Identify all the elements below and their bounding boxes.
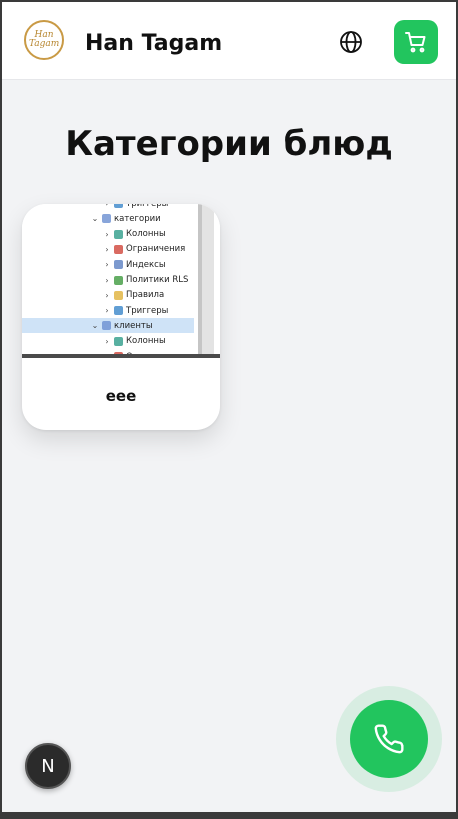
- chevron-right-icon: ›: [105, 290, 109, 300]
- image-bottom-bar: [22, 354, 220, 358]
- tree-row-label: Колонны: [126, 229, 166, 240]
- constraints-icon: [114, 244, 123, 254]
- logo-text: Han Tagam: [29, 30, 60, 49]
- tree-row: › Политики RLS: [22, 273, 194, 288]
- tree-row: › Триггеры: [22, 303, 194, 318]
- tree-row-label: Колонны: [126, 336, 166, 347]
- chevron-down-icon: ⌄: [91, 214, 99, 224]
- rules-icon: [114, 290, 123, 300]
- tree-row-label: Ограничения: [126, 244, 186, 255]
- tree-row: › Ограничения: [22, 242, 194, 257]
- chevron-right-icon: ›: [105, 260, 109, 270]
- cart-icon: [405, 32, 426, 53]
- call-button[interactable]: [350, 700, 428, 778]
- table-icon: [102, 321, 111, 331]
- chevron-right-icon: ›: [105, 336, 109, 346]
- cart-button[interactable]: [394, 20, 438, 64]
- tree-row: ⌄ клиенты: [22, 318, 194, 334]
- category-card[interactable]: ›Триггеры⌄категории›Колонны›Ограничения›…: [22, 204, 220, 430]
- chevron-right-icon: ›: [105, 229, 109, 239]
- next-badge-letter: N: [41, 755, 55, 777]
- tree-row-label: Триггеры: [126, 305, 169, 316]
- page-title: Категории блюд: [65, 124, 393, 164]
- chevron-right-icon: ›: [102, 204, 112, 208]
- language-button[interactable]: [338, 29, 364, 55]
- policy-icon: [114, 275, 123, 285]
- chevron-right-icon: ›: [105, 275, 109, 285]
- tree-row: › Колонны: [22, 334, 194, 349]
- tree-row-label: Индексы: [126, 259, 166, 270]
- brand-name[interactable]: Han Tagam: [85, 31, 222, 56]
- tree-row-label: Триггеры: [126, 204, 168, 209]
- indexes-icon: [114, 260, 123, 270]
- tree-row-label: Политики RLS: [126, 275, 189, 285]
- tree-row: › Правила: [22, 288, 194, 303]
- globe-icon: [340, 31, 362, 53]
- tree-row: › Триггеры: [22, 204, 194, 211]
- columns-icon: [114, 336, 123, 346]
- trigger-icon: [114, 204, 123, 208]
- top-header: Han Tagam Han Tagam: [2, 2, 456, 80]
- brand-logo[interactable]: Han Tagam: [24, 20, 64, 60]
- chevron-down-icon: ⌄: [91, 321, 99, 331]
- phone-icon: [374, 724, 404, 754]
- columns-icon: [114, 229, 123, 239]
- tree-row: › Колонны: [22, 227, 194, 242]
- category-image: ›Триггеры⌄категории›Колонны›Ограничения›…: [22, 204, 220, 358]
- table-icon: [102, 214, 111, 224]
- tree-row: ⌄ категории: [22, 211, 194, 226]
- chevron-right-icon: ›: [105, 306, 109, 316]
- next-dev-badge[interactable]: N: [25, 743, 71, 789]
- chevron-right-icon: ›: [105, 244, 109, 254]
- tree-row: › Индексы: [22, 257, 194, 272]
- category-name: eee: [105, 387, 137, 405]
- tree-row-label: Правила: [126, 290, 165, 301]
- tree-row-label: клиенты: [114, 320, 153, 331]
- app-viewport: Han Tagam Han Tagam Категории блюд › Триг…: [2, 2, 456, 812]
- tree-row-label: категории: [114, 213, 161, 224]
- image-scrollbar: [202, 204, 214, 354]
- trigger-icon: [114, 306, 123, 316]
